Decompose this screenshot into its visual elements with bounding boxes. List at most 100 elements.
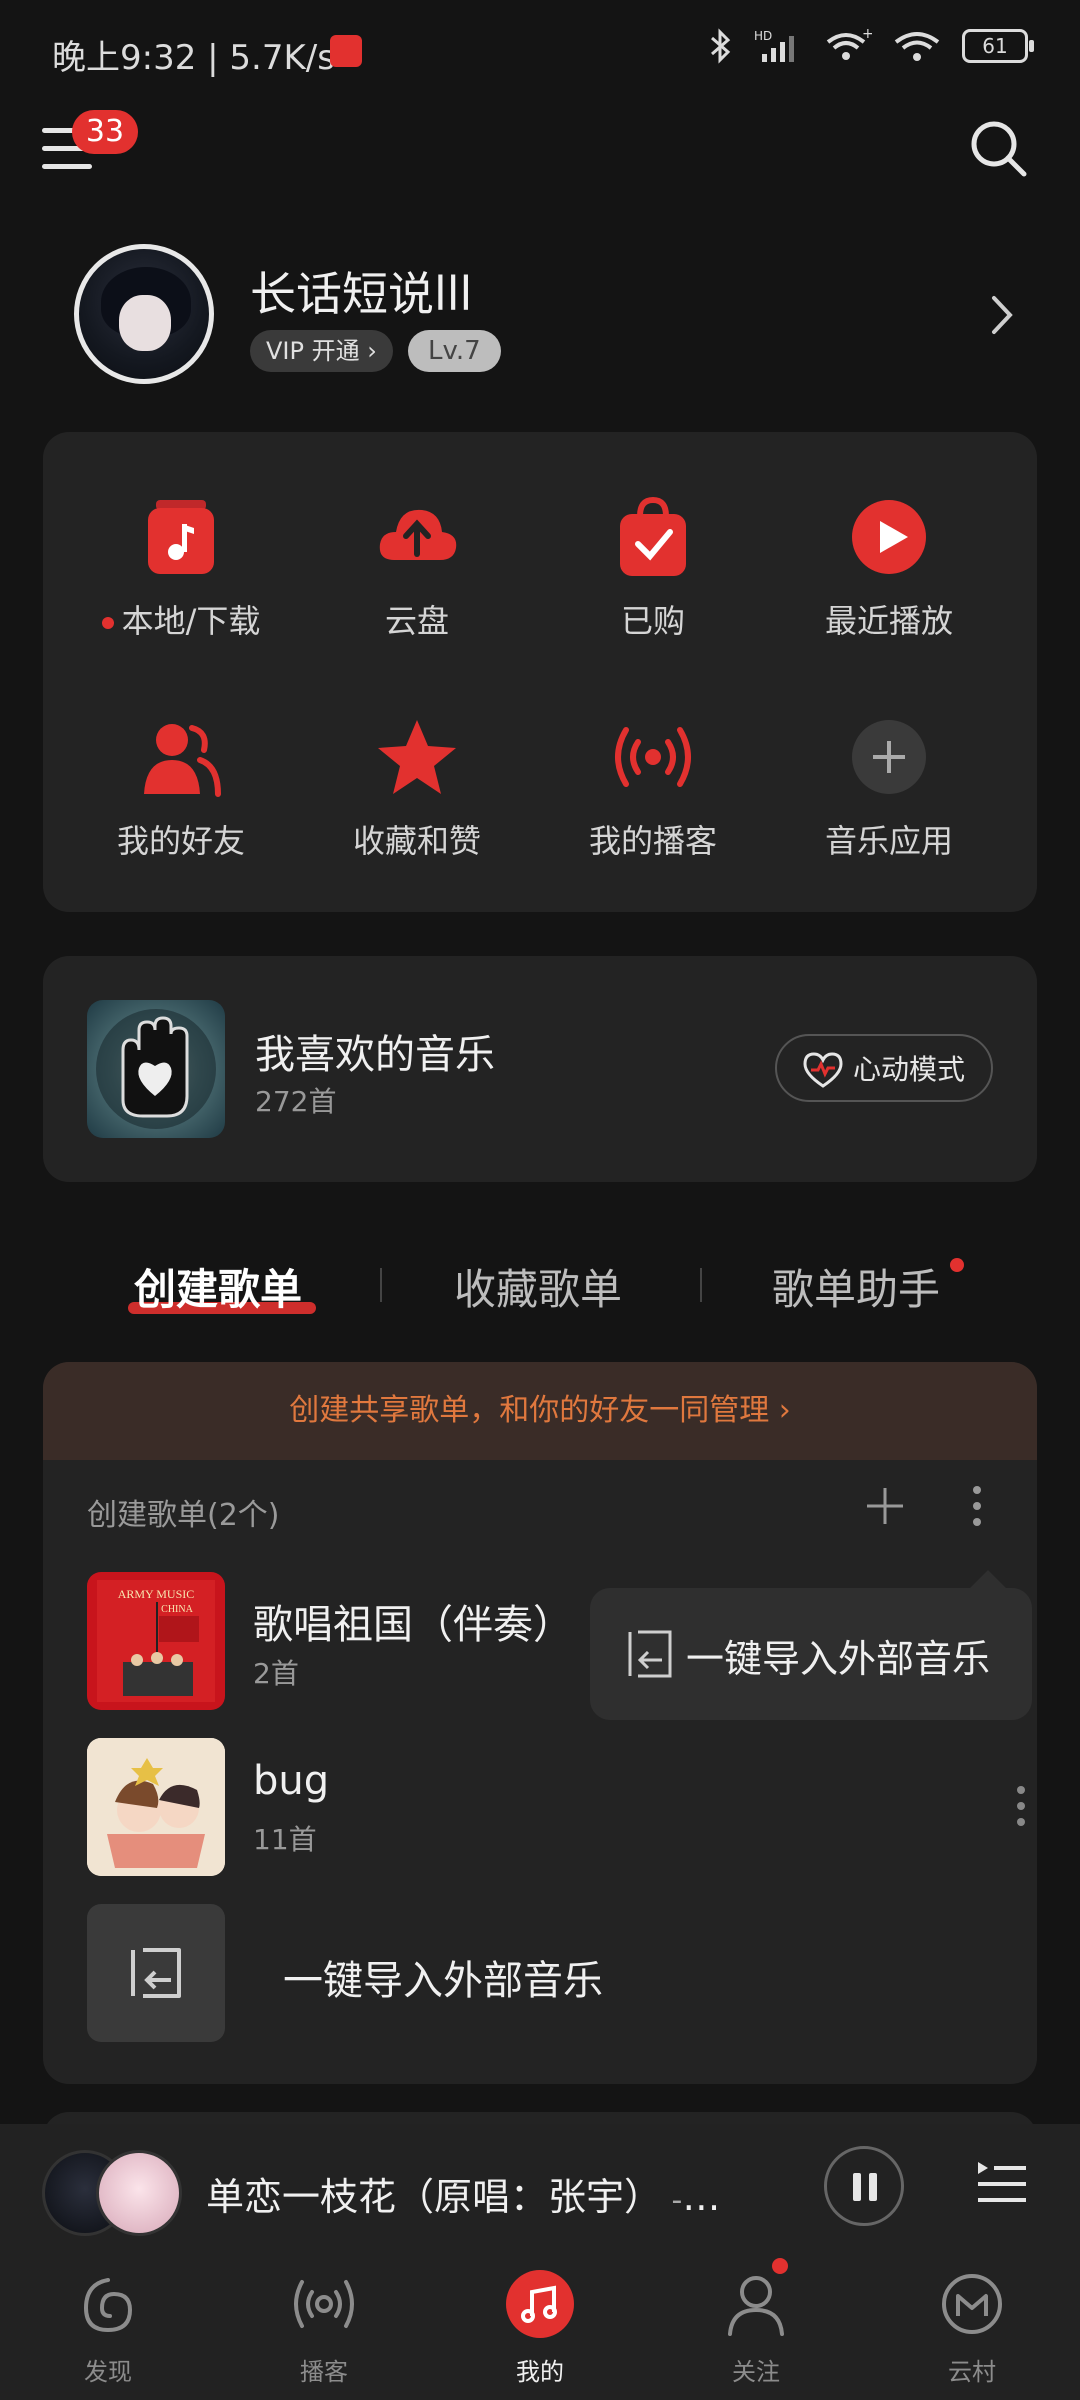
playlists-header: 创建歌单(2个) (87, 1498, 280, 1533)
nav-follow[interactable]: 关注 (686, 2270, 826, 2387)
quick-action-label: 已购 (620, 602, 685, 640)
nav-label: 云村 (948, 2358, 996, 2386)
svg-text:HD: HD (754, 29, 772, 43)
nav-label: 我的 (516, 2358, 564, 2386)
created-playlists-card: 创建共享歌单，和你的好友一同管理 › 创建歌单(2个) ARMY MUSIC C… (43, 1362, 1037, 2084)
wifi-icon (894, 32, 940, 61)
shopping-bag-check-icon (620, 496, 686, 576)
cloud-village-icon (942, 2274, 1002, 2334)
follow-icon (728, 2276, 784, 2336)
chevron-right-icon[interactable] (982, 290, 1022, 340)
search-icon[interactable] (968, 118, 1028, 178)
vip-badge[interactable]: VIP 开通 › (250, 330, 393, 372)
liked-music-title: 我喜欢的音乐 (255, 1032, 495, 1078)
pause-button[interactable] (824, 2146, 904, 2226)
cloud-upload-icon (379, 509, 457, 560)
more-vertical-icon[interactable] (1011, 1784, 1031, 1828)
quick-actions-card: 本地/下载 云盘 已购 最近播放 我的好友 收藏和赞 我的播客 音乐应用 (43, 432, 1037, 912)
plus-circle-icon (852, 720, 926, 794)
new-dot (101, 617, 114, 629)
star-icon (378, 720, 456, 794)
import-icon (131, 1948, 181, 1998)
nav-podcast[interactable]: 播客 (254, 2270, 394, 2387)
broadcast-icon (615, 727, 691, 787)
quick-action-label: 本地/下载 (121, 602, 261, 640)
quick-action-label: 云盘 (384, 602, 449, 640)
album-art-next[interactable] (96, 2150, 182, 2236)
quick-action-label: 我的播客 (588, 822, 717, 860)
import-icon-box (87, 1904, 225, 2042)
download-box-icon (148, 500, 214, 574)
netease-notification-icon (330, 35, 362, 67)
battery-icon: 61 (962, 29, 1034, 63)
tab-divider (700, 1268, 702, 1302)
status-icons: HD + 61 (708, 28, 1034, 64)
podcast-icon (294, 2280, 354, 2328)
follow-new-dot (772, 2258, 788, 2274)
tab-divider (380, 1268, 382, 1302)
heart-pulse-icon (803, 1052, 843, 1088)
liked-music-count: 272首 (255, 1085, 337, 1118)
status-bar: 晚上9:32 | 5.7K/s HD + 61 (0, 0, 1080, 100)
level-badge[interactable]: Lv.7 (408, 330, 501, 372)
playlist-queue-icon[interactable] (974, 2156, 1030, 2212)
quick-action-label: 最近播放 (824, 602, 953, 640)
quick-action-label: 我的好友 (116, 822, 245, 860)
import-label: 一键导入外部音乐 (283, 1958, 603, 2004)
nav-label: 发现 (84, 2358, 132, 2386)
svg-text:CHINA: CHINA (161, 1604, 193, 1615)
heart-mode-label: 心动模式 (852, 1053, 965, 1086)
playlist-count: 11首 (253, 1823, 317, 1856)
status-time: 晚上9:32 | 5.7K/s (52, 38, 335, 78)
nav-label: 播客 (300, 2358, 348, 2386)
menu-badge: 33 (72, 110, 138, 154)
quick-action-label: 音乐应用 (824, 822, 953, 860)
quick-action-friends[interactable]: 我的好友 (63, 714, 299, 862)
playlist-name: 歌唱祖国（伴奏） (253, 1602, 573, 1648)
heart-mode-button[interactable]: 心动模式 (775, 1034, 993, 1102)
now-playing-title[interactable]: 单恋一枝花（原唱：张宇） - 夏... (206, 2166, 726, 2221)
import-icon (628, 1630, 672, 1678)
wifi-plus-icon: + (826, 28, 872, 60)
import-popup-menu[interactable]: 一键导入外部音乐 (590, 1570, 1032, 1720)
quick-action-cloud-disk[interactable]: 云盘 (299, 494, 535, 642)
share-playlist-banner[interactable]: 创建共享歌单，和你的好友一同管理 › (43, 1362, 1037, 1460)
bluetooth-icon (711, 28, 731, 64)
more-vertical-icon[interactable] (967, 1484, 987, 1528)
liked-music-card[interactable]: 我喜欢的音乐 272首 心动模式 (43, 956, 1037, 1182)
quick-action-recent[interactable]: 最近播放 (771, 494, 1007, 642)
nav-cloud-village[interactable]: 云村 (902, 2270, 1042, 2387)
signal-icon: HD (754, 29, 794, 62)
nav-discover[interactable]: 发现 (38, 2270, 178, 2387)
add-playlist-icon[interactable] (863, 1484, 907, 1528)
tab-collected-playlists[interactable]: 收藏歌单 (454, 1256, 622, 1317)
nav-mine[interactable]: 我的 (470, 2270, 610, 2387)
quick-action-purchased[interactable]: 已购 (535, 494, 771, 642)
popup-import-label: 一键导入外部音乐 (686, 1637, 991, 1681)
tab-playlist-assistant[interactable]: 歌单助手 (772, 1256, 940, 1317)
svg-text:+: + (862, 28, 872, 42)
playlist-cover (87, 1738, 225, 1876)
hand-heart-icon (96, 1009, 216, 1129)
username[interactable]: 长话短说lll (250, 258, 472, 324)
friends-icon (144, 724, 221, 797)
tab-new-dot (950, 1258, 964, 1272)
playlist-name: bug (253, 1758, 330, 1804)
playlist-cover: ARMY MUSIC CHINA (87, 1572, 225, 1710)
music-note-icon (506, 2270, 574, 2338)
avatar[interactable] (74, 244, 214, 384)
playlist-row[interactable]: bug 11首 (87, 1738, 1025, 1876)
quick-action-my-podcast[interactable]: 我的播客 (535, 714, 771, 862)
discover-icon (83, 2278, 133, 2333)
quick-action-label: 收藏和赞 (352, 822, 481, 860)
playlist-count: 2首 (253, 1657, 299, 1690)
svg-text:ARMY MUSIC: ARMY MUSIC (118, 1587, 195, 1601)
song-title: 单恋一枝花（原唱：张宇） (206, 2175, 663, 2219)
quick-action-local-download[interactable]: 本地/下载 (63, 494, 299, 642)
quick-action-favorites[interactable]: 收藏和赞 (299, 714, 535, 862)
import-external-music-row[interactable]: 一键导入外部音乐 (87, 1904, 987, 2042)
quick-action-music-apps[interactable]: 音乐应用 (771, 714, 1007, 862)
tab-created-playlists[interactable]: 创建歌单 (134, 1256, 302, 1317)
song-artist: - 夏... (671, 2183, 726, 2218)
nav-label: 关注 (732, 2358, 780, 2386)
